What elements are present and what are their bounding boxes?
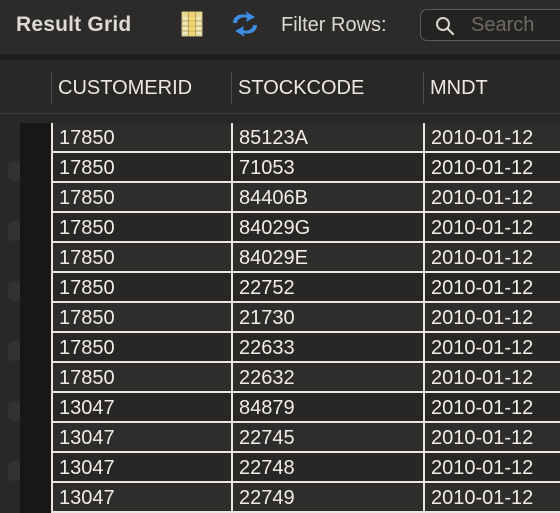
row-selector[interactable] [20,453,51,483]
table-cell-customerid[interactable]: 17850 [51,333,231,363]
table-cell-stockcode[interactable]: 22748 [231,453,423,483]
table-cell-mndt[interactable]: 2010-01-12 [423,273,560,303]
table-cell-stockcode[interactable]: 22745 [231,423,423,453]
table-cell-customerid[interactable]: 13047 [51,393,231,423]
table-cell-stockcode[interactable]: 22752 [231,273,423,303]
table-row[interactable]: 13047 22749 2010-01-12 [0,483,560,513]
table-cell-customerid[interactable]: 17850 [51,273,231,303]
table-cell-mndt[interactable]: 2010-01-12 [423,123,560,153]
table-cell-stockcode[interactable]: 84406B [231,183,423,213]
table-cell-mndt[interactable]: 2010-01-12 [423,213,560,243]
table-row[interactable]: 17850 85123A 2010-01-12 [0,123,560,153]
table-cell-mndt[interactable]: 2010-01-12 [423,453,560,483]
grid-column-header: CUSTOMERID STOCKCODE MNDT [0,60,560,114]
table-cell-customerid[interactable]: 13047 [51,423,231,453]
table-row[interactable]: 17850 22633 2010-01-12 [0,333,560,363]
table-cell-mndt[interactable]: 2010-01-12 [423,243,560,273]
row-selector[interactable] [20,393,51,423]
row-selector[interactable] [20,183,51,213]
grid-icon[interactable] [179,11,205,37]
table-row[interactable]: 13047 22748 2010-01-12 [0,453,560,483]
row-selector[interactable] [20,363,51,393]
table-cell-stockcode[interactable]: 22749 [231,483,423,513]
result-grid-toolbar: Result Grid Filter Rows: [0,0,560,54]
filter-rows-label: Filter Rows: [281,14,387,36]
refresh-icon[interactable] [228,10,262,38]
table-cell-customerid[interactable]: 17850 [51,213,231,243]
table-cell-mndt[interactable]: 2010-01-12 [423,183,560,213]
table-cell-mndt[interactable]: 2010-01-12 [423,483,560,513]
row-selector[interactable] [20,153,51,183]
table-cell-mndt[interactable]: 2010-01-12 [423,303,560,333]
table-cell-mndt[interactable]: 2010-01-12 [423,423,560,453]
table-cell-customerid[interactable]: 17850 [51,183,231,213]
table-cell-stockcode[interactable]: 22632 [231,363,423,393]
table-row[interactable]: 17850 22632 2010-01-12 [0,363,560,393]
column-header-customerid[interactable]: CUSTOMERID [51,72,231,104]
row-selector[interactable] [20,333,51,363]
table-row[interactable]: 13047 22745 2010-01-12 [0,423,560,453]
table-cell-mndt[interactable]: 2010-01-12 [423,393,560,423]
table-row[interactable]: 17850 21730 2010-01-12 [0,303,560,333]
table-row[interactable]: 17850 71053 2010-01-12 [0,153,560,183]
table-cell-stockcode[interactable]: 84029G [231,213,423,243]
table-cell-customerid[interactable]: 17850 [51,243,231,273]
table-cell-stockcode[interactable]: 71053 [231,153,423,183]
search-box[interactable] [420,9,560,41]
row-selector[interactable] [20,273,51,303]
row-selector[interactable] [20,423,51,453]
table-cell-stockcode[interactable]: 84029E [231,243,423,273]
table-cell-customerid[interactable]: 17850 [51,123,231,153]
result-grid-title[interactable]: Result Grid [16,13,131,37]
table-cell-customerid[interactable]: 13047 [51,483,231,513]
row-selector[interactable] [20,243,51,273]
table-cell-customerid[interactable]: 17850 [51,303,231,333]
table-cell-stockcode[interactable]: 85123A [231,123,423,153]
table-row[interactable]: 17850 84029E 2010-01-12 [0,243,560,273]
table-cell-stockcode[interactable]: 84879 [231,393,423,423]
table-row[interactable]: 17850 84029G 2010-01-12 [0,213,560,243]
column-header-stockcode[interactable]: STOCKCODE [231,72,423,104]
table-cell-customerid[interactable]: 17850 [51,363,231,393]
row-selector[interactable] [20,303,51,333]
row-selector[interactable] [20,213,51,243]
table-cell-mndt[interactable]: 2010-01-12 [423,153,560,183]
table-cell-mndt[interactable]: 2010-01-12 [423,333,560,363]
table-cell-stockcode[interactable]: 21730 [231,303,423,333]
table-row[interactable]: 13047 84879 2010-01-12 [0,393,560,423]
table-cell-stockcode[interactable]: 22633 [231,333,423,363]
search-input[interactable] [471,12,560,38]
table-cell-customerid[interactable]: 13047 [51,453,231,483]
column-header-mndt[interactable]: MNDT [423,72,560,104]
table-cell-mndt[interactable]: 2010-01-12 [423,363,560,393]
table-cell-customerid[interactable]: 17850 [51,153,231,183]
row-selector[interactable] [20,483,51,513]
search-icon [436,17,455,36]
table-row[interactable]: 17850 22752 2010-01-12 [0,273,560,303]
row-selector[interactable] [20,123,51,153]
table-row[interactable]: 17850 84406B 2010-01-12 [0,183,560,213]
